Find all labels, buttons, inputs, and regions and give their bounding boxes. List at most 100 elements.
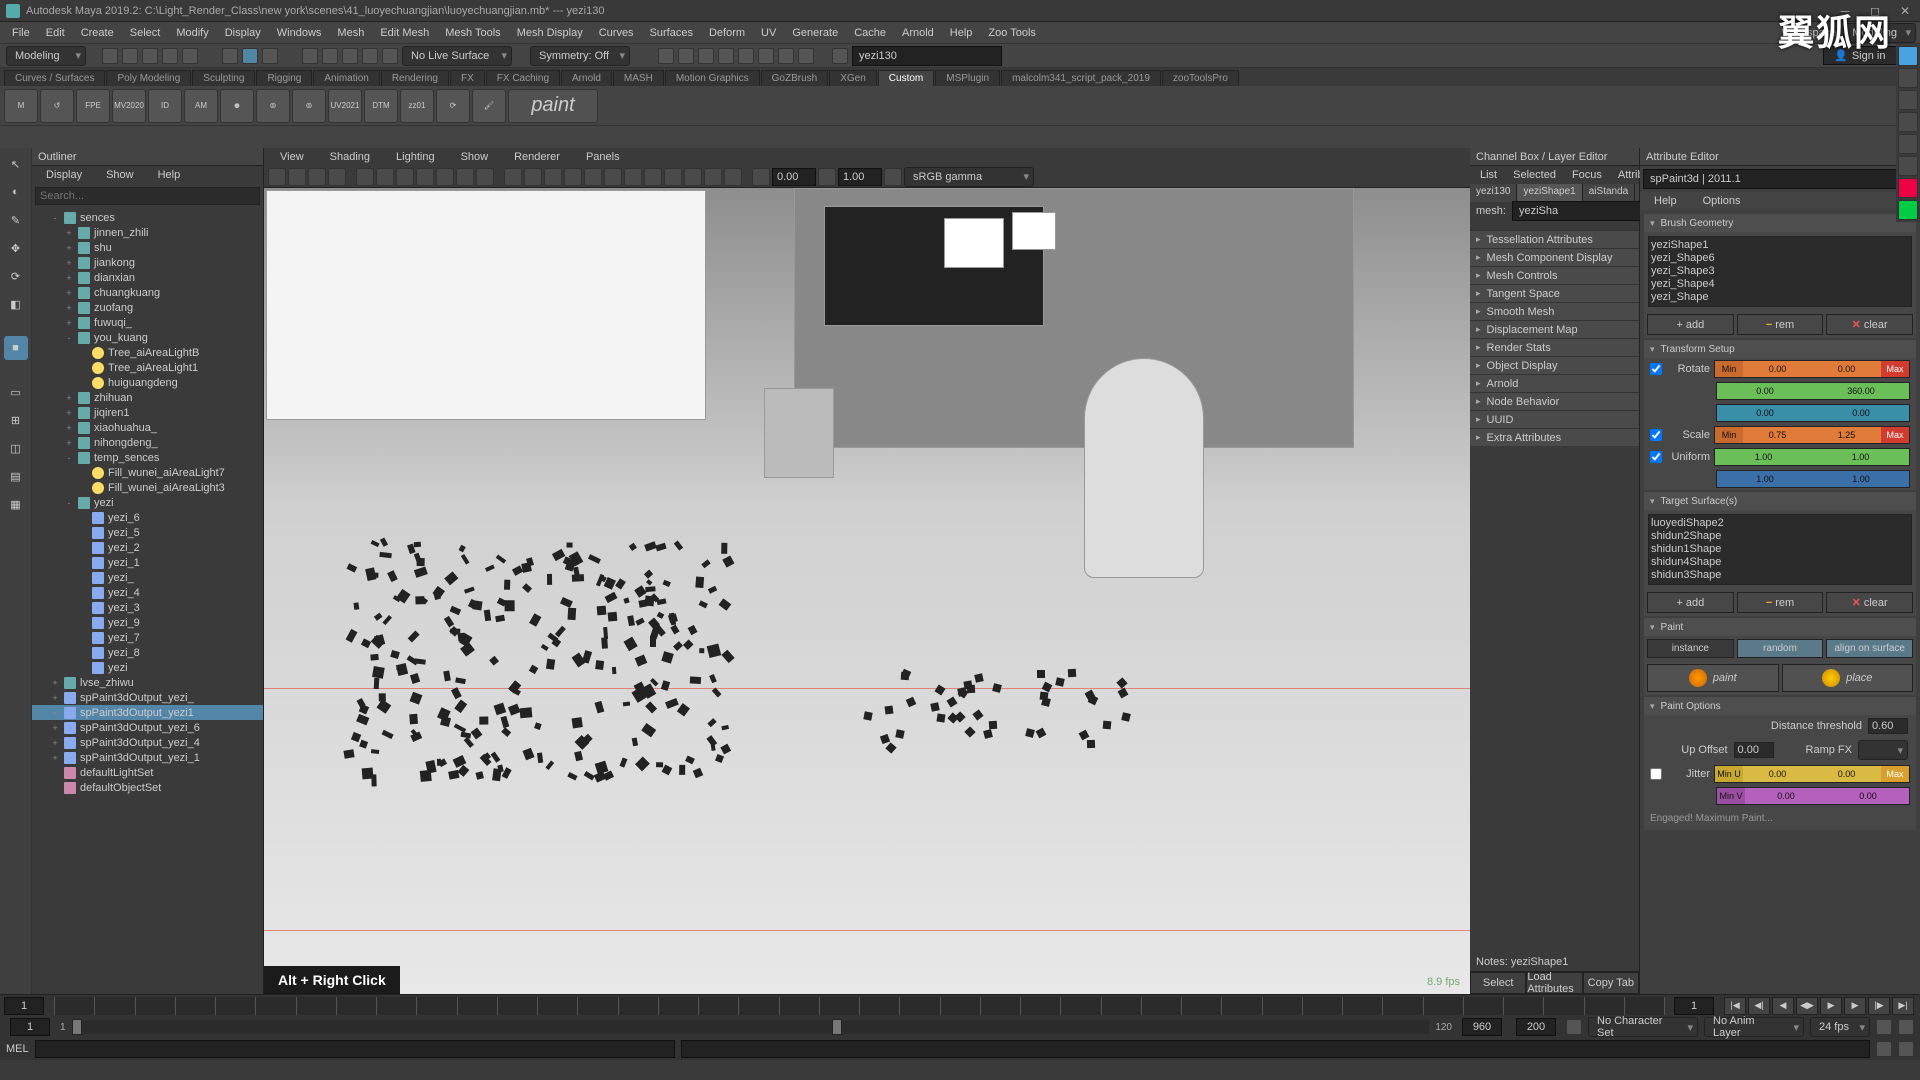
shelf-tab-motion-graphics[interactable]: Motion Graphics: [665, 70, 760, 86]
snap-curve-icon[interactable]: [322, 48, 338, 64]
menu-mesh-display[interactable]: Mesh Display: [509, 22, 591, 43]
modeling-toolkit-icon[interactable]: [1898, 46, 1918, 66]
range-end1-input[interactable]: [1462, 1018, 1502, 1036]
vp-isolate-icon[interactable]: [684, 168, 702, 186]
mode-dropdown[interactable]: Modeling: [6, 46, 86, 66]
live-surface-dropdown[interactable]: No Live Surface: [402, 46, 512, 66]
outliner-item[interactable]: yezi_9: [32, 615, 263, 630]
render-settings-icon[interactable]: [718, 48, 734, 64]
shelf-icon-12[interactable]: ⟳: [436, 89, 470, 123]
new-scene-icon[interactable]: [102, 48, 118, 64]
outliner-item[interactable]: Tree_aiAreaLight1: [32, 360, 263, 375]
help-line-icon[interactable]: [1898, 1041, 1914, 1057]
step-forward-button[interactable]: ▶: [1844, 997, 1866, 1015]
key-icon[interactable]: [1876, 1019, 1892, 1035]
vp-grid-icon[interactable]: [356, 168, 374, 186]
pause-icon[interactable]: [798, 48, 814, 64]
shelf-tab-custom[interactable]: Custom: [878, 70, 934, 86]
outliner-item[interactable]: -you_kuang: [32, 330, 263, 345]
shelf-icon-9[interactable]: UV2021: [328, 89, 362, 123]
menu-zoo-tools[interactable]: Zoo Tools: [980, 22, 1044, 43]
outliner-item[interactable]: yezi_6: [32, 510, 263, 525]
outliner-item[interactable]: +lvse_zhiwu: [32, 675, 263, 690]
step-back-key-button[interactable]: ◀|: [1748, 997, 1770, 1015]
sec-transform-setup[interactable]: Transform Setup: [1644, 340, 1916, 358]
outliner-menu-display[interactable]: Display: [38, 166, 90, 184]
menu-arnold[interactable]: Arnold: [894, 22, 942, 43]
vp-exposure-icon[interactable]: [752, 168, 770, 186]
cb-section[interactable]: UUID: [1470, 410, 1639, 428]
undo-icon[interactable]: [162, 48, 178, 64]
outliner-item[interactable]: yezi_3: [32, 600, 263, 615]
shelf-tab-fx[interactable]: FX: [450, 70, 485, 86]
align-toggle[interactable]: align on surface: [1826, 639, 1913, 658]
cb-tab[interactable]: yezi130: [1470, 184, 1517, 202]
outliner-item[interactable]: +spPaint3dOutput_yezi1: [32, 705, 263, 720]
outliner-item[interactable]: yezi_8: [32, 645, 263, 660]
outliner-item[interactable]: +dianxian: [32, 270, 263, 285]
outliner-item[interactable]: +nihongdeng_: [32, 435, 263, 450]
ramp-fx-dropdown[interactable]: [1858, 740, 1908, 760]
viewport-3d[interactable]: Verts: 454964 Edges: 1374803 Faces: 9338…: [264, 188, 1470, 994]
cb-section[interactable]: Mesh Component Display: [1470, 248, 1639, 266]
paint-tool[interactable]: ✎: [4, 208, 28, 232]
vp-viewtransform-icon[interactable]: [884, 168, 902, 186]
range-start-input[interactable]: [10, 1018, 50, 1036]
goto-end-button[interactable]: ▶|: [1892, 997, 1914, 1015]
render-icon[interactable]: [658, 48, 674, 64]
command-input[interactable]: [35, 1040, 675, 1058]
outliner-item[interactable]: Fill_wunei_aiAreaLight7: [32, 465, 263, 480]
menu-windows[interactable]: Windows: [269, 22, 330, 43]
animlayer-dropdown[interactable]: No Anim Layer: [1704, 1017, 1804, 1037]
layout-four-icon[interactable]: ⊞: [4, 408, 28, 432]
attr-editor-icon[interactable]: [1898, 68, 1918, 88]
scale-tool[interactable]: ◧: [4, 292, 28, 316]
vp-gate-mask-icon[interactable]: [416, 168, 434, 186]
distance-threshold-input[interactable]: [1868, 718, 1908, 734]
shelf-tab-poly-modeling[interactable]: Poly Modeling: [106, 70, 191, 86]
outliner-item[interactable]: defaultLightSet: [32, 765, 263, 780]
color-red-icon[interactable]: [1898, 178, 1918, 198]
vp-select-cam-icon[interactable]: [268, 168, 286, 186]
shelf-tab-fx-caching[interactable]: FX Caching: [486, 70, 560, 86]
vp-lights-icon[interactable]: [564, 168, 582, 186]
range-handle-end[interactable]: [832, 1019, 842, 1035]
menu-file[interactable]: File: [4, 22, 38, 43]
outliner-item[interactable]: +fuwuqi_: [32, 315, 263, 330]
close-button[interactable]: ✕: [1890, 0, 1920, 22]
shelf-tab-rendering[interactable]: Rendering: [381, 70, 449, 86]
cb-btn-select[interactable]: Select: [1470, 972, 1526, 994]
jitter-v-bar[interactable]: Min V0.000.00: [1716, 787, 1910, 805]
menu-cache[interactable]: Cache: [846, 22, 894, 43]
outliner-item[interactable]: +shu: [32, 240, 263, 255]
goto-start-button[interactable]: |◀: [1724, 997, 1746, 1015]
outliner-item[interactable]: yezi_5: [32, 525, 263, 540]
playblast-icon[interactable]: [778, 48, 794, 64]
cb-btn-copy-tab[interactable]: Copy Tab: [1583, 972, 1639, 994]
brush-add-button[interactable]: +add: [1647, 314, 1734, 335]
range-end2-input[interactable]: [1516, 1018, 1556, 1036]
uniform-blue-bar[interactable]: 1.001.00: [1716, 470, 1910, 488]
vp-menu-view[interactable]: View: [272, 148, 312, 166]
outliner-tree[interactable]: -sences+jinnen_zhili+shu+jiankong+dianxi…: [32, 208, 263, 994]
outliner-item[interactable]: Fill_wunei_aiAreaLight3: [32, 480, 263, 495]
vp-menu-renderer[interactable]: Renderer: [506, 148, 568, 166]
outliner-item[interactable]: yezi: [32, 660, 263, 675]
shelf-tab-gozbrush[interactable]: GoZBrush: [761, 70, 829, 86]
menu-help[interactable]: Help: [942, 22, 981, 43]
sec-paint[interactable]: Paint: [1644, 618, 1916, 636]
outliner-item[interactable]: +spPaint3dOutput_yezi_6: [32, 720, 263, 735]
ipr-icon[interactable]: [678, 48, 694, 64]
open-scene-icon[interactable]: [122, 48, 138, 64]
range-track[interactable]: [72, 1020, 1430, 1034]
vp-gamma-icon[interactable]: [818, 168, 836, 186]
menu-surfaces[interactable]: Surfaces: [642, 22, 701, 43]
shelf-icon-1[interactable]: ↺: [40, 89, 74, 123]
vp-exposure-input[interactable]: [772, 168, 816, 186]
vp-safe-title-icon[interactable]: [476, 168, 494, 186]
rotate-green-bar[interactable]: 0.00360.00: [1716, 382, 1910, 400]
menu-uv[interactable]: UV: [753, 22, 784, 43]
snap-point-icon[interactable]: [342, 48, 358, 64]
cb-tab[interactable]: aiStanda: [1583, 184, 1635, 202]
shelf-tab-zootoolspro[interactable]: zooToolsPro: [1162, 70, 1239, 86]
